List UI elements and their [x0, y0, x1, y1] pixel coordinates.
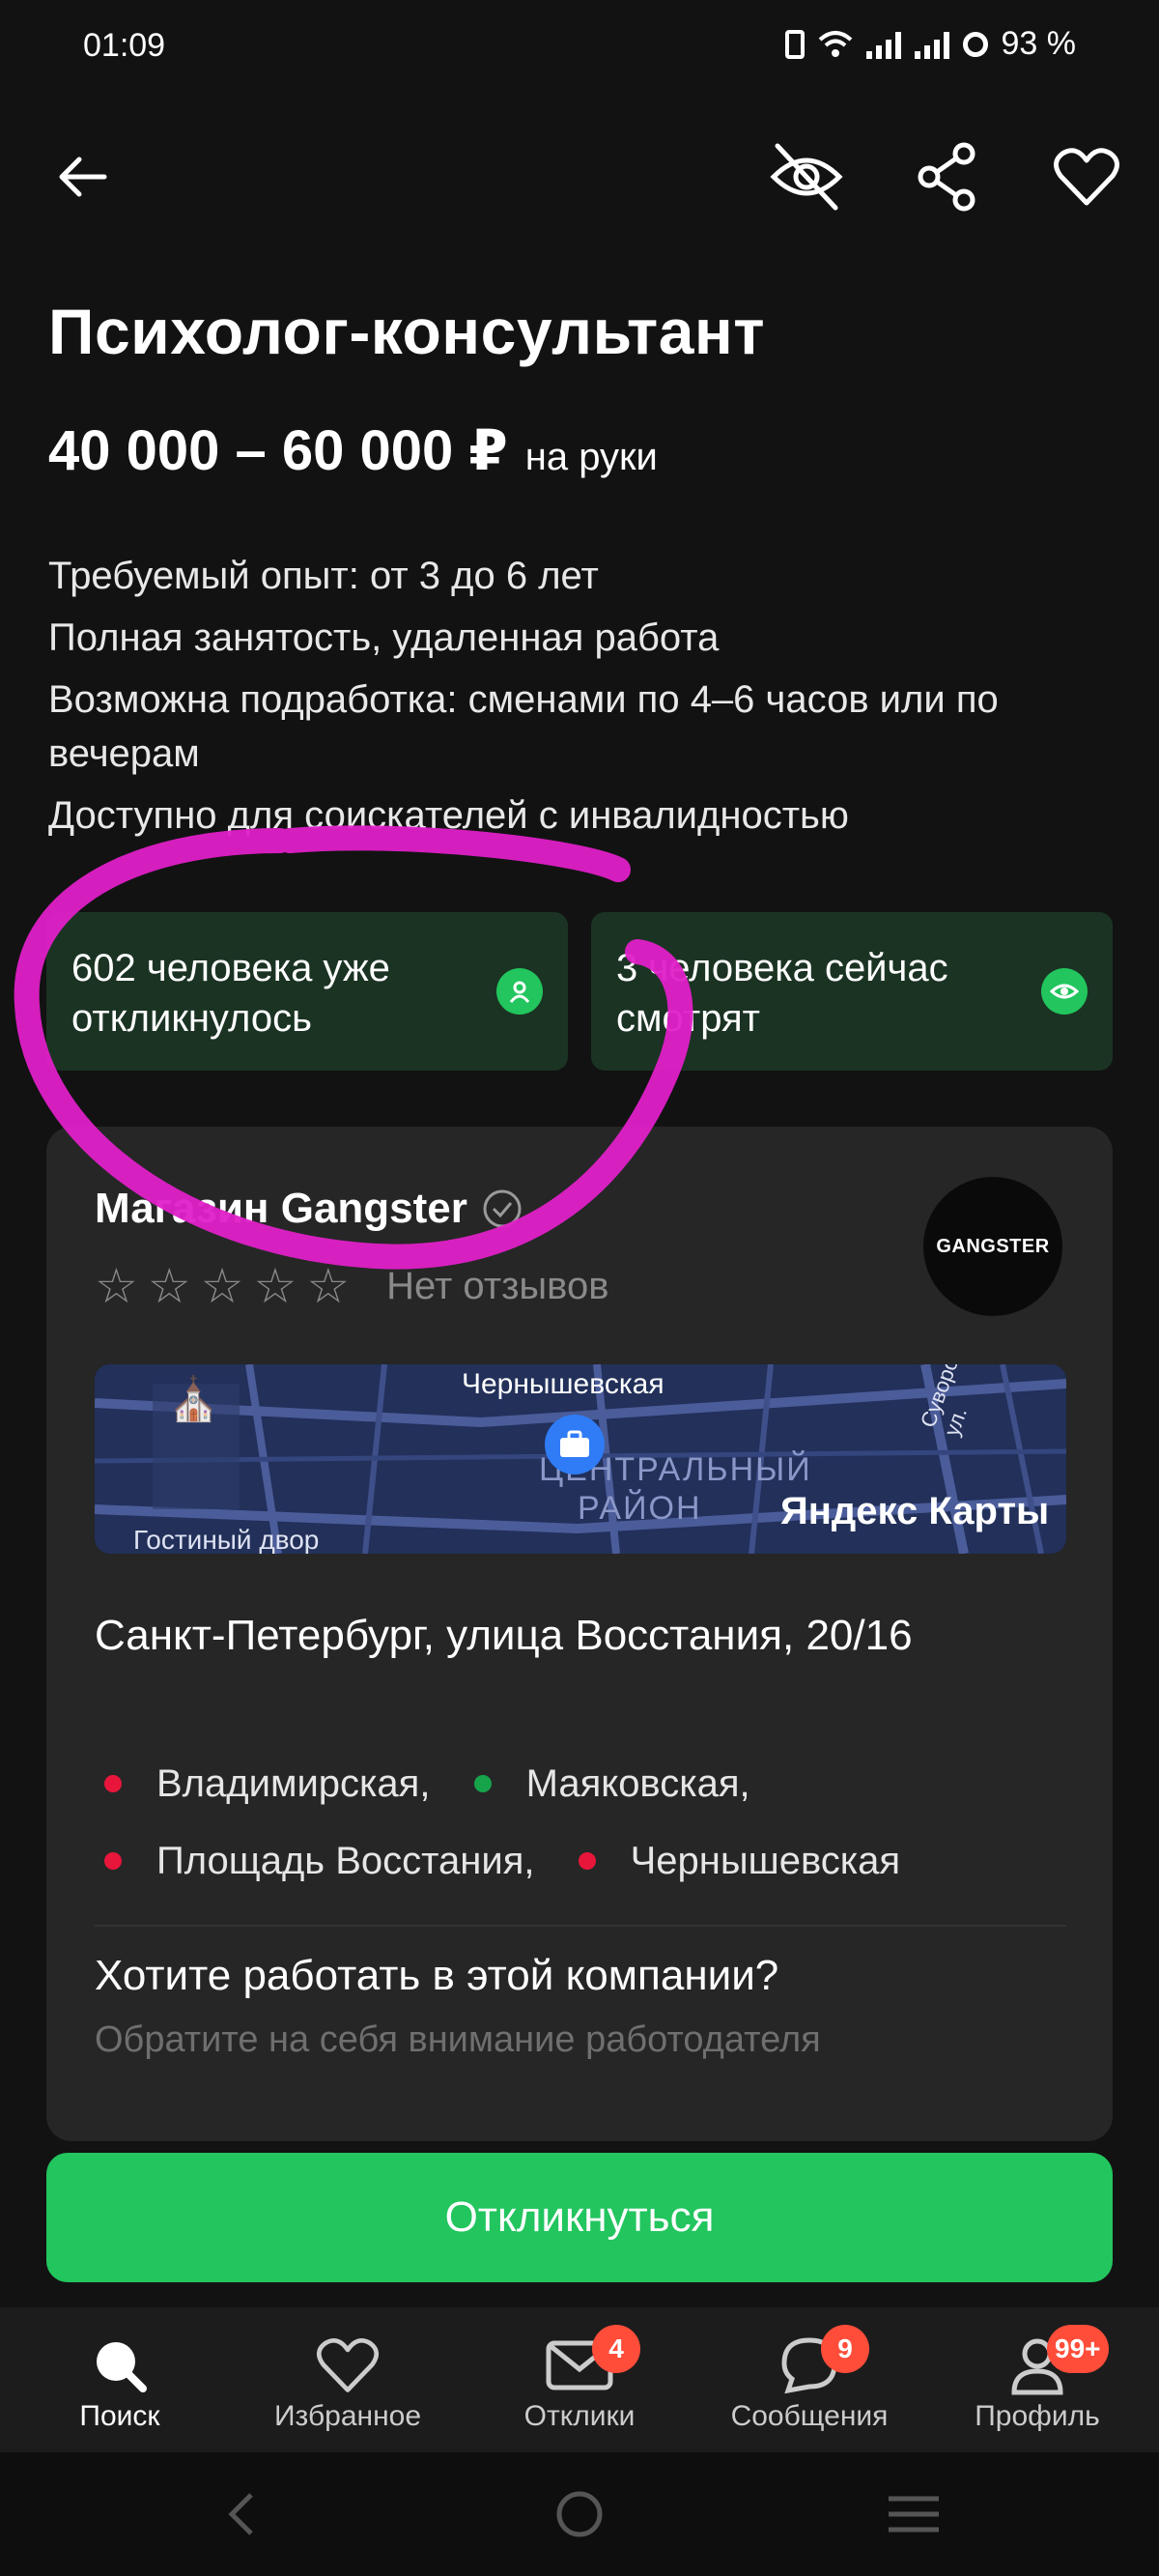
- star-icon: ☆: [306, 1259, 351, 1313]
- salary-suffix: на руки: [524, 436, 658, 478]
- vacancy-title: Психолог-консультант: [48, 296, 766, 367]
- mail-icon: 4: [546, 2325, 640, 2400]
- metro-stations: Владимирская, Маяковская, Площадь Восста…: [104, 1743, 1070, 1898]
- chat-icon: 9: [778, 2325, 869, 2400]
- company-name-link[interactable]: Магазин Gangster: [95, 1185, 523, 1233]
- responses-badge: 4: [592, 2325, 640, 2373]
- company-address: Санкт-Петербург, улица Восстания, 20/16: [95, 1612, 913, 1659]
- viewing-count-text: 3 человека сейчас смотрят: [616, 947, 948, 1040]
- tab-responses[interactable]: 4 Отклики: [483, 2325, 676, 2433]
- metro-dot-icon: [104, 1775, 122, 1792]
- messages-badge: 9: [821, 2325, 869, 2373]
- wifi-icon: [818, 30, 852, 57]
- company-name: Магазин Gangster: [95, 1185, 467, 1232]
- tab-messages[interactable]: 9 Сообщения: [713, 2325, 906, 2433]
- star-icon: ☆: [147, 1259, 191, 1313]
- responded-count-text: 602 человека уже откликнулось: [71, 947, 390, 1040]
- metro-station: Маяковская,: [473, 1747, 750, 1820]
- salary: 40 000 – 60 000 ₽ на руки: [48, 417, 658, 483]
- company-map[interactable]: ⛪ Чернышевская ЦЕНТРАЛЬНЫЙ РАЙОН Гостины…: [95, 1364, 1066, 1554]
- tab-search[interactable]: Поиск: [23, 2331, 216, 2433]
- system-home-icon[interactable]: [554, 2489, 605, 2539]
- bottom-tab-bar: Поиск Избранное 4 Отклики 9 Сообщения 99…: [0, 2307, 1159, 2452]
- viewing-count-card: 3 человека сейчас смотрят: [591, 912, 1113, 1071]
- salary-amount: 40 000 – 60 000 ₽: [48, 419, 508, 482]
- star-icon: ☆: [200, 1259, 244, 1313]
- detail-accessibility: Доступно для соискателей с инвалидностью: [48, 794, 849, 837]
- system-navigation-bar: [0, 2452, 1159, 2576]
- company-cta-question[interactable]: Хотите работать в этой компании?: [95, 1952, 778, 2000]
- hide-vacancy-button[interactable]: [763, 133, 850, 220]
- responded-count-card: 602 человека уже откликнулось: [46, 912, 568, 1071]
- back-arrow-icon: [59, 157, 107, 197]
- metro-station: Площадь Восстания,: [104, 1824, 534, 1898]
- company-rating[interactable]: ☆ ☆ ☆ ☆ ☆ Нет отзывов: [95, 1262, 608, 1310]
- system-back-icon[interactable]: [222, 2491, 261, 2537]
- profile-badge: 99+: [1047, 2325, 1109, 2373]
- map-brand: Яндекс Карты: [780, 1490, 1050, 1532]
- tab-label: Поиск: [79, 2400, 160, 2432]
- detail-experience: Требуемый опыт: от 3 до 6 лет: [48, 555, 599, 597]
- briefcase-pin-icon: [545, 1415, 605, 1474]
- verified-check-icon: [483, 1189, 522, 1228]
- metro-dot-icon: [473, 1775, 492, 1792]
- search-icon: [89, 2331, 151, 2400]
- church-landmark-icon: ⛪: [167, 1376, 220, 1423]
- detail-employment: Полная занятость, удаленная работа: [48, 616, 720, 659]
- favorite-button[interactable]: [1043, 133, 1130, 220]
- map-label-district-2: РАЙОН: [578, 1490, 702, 1527]
- eye-icon: [1041, 968, 1088, 1015]
- tab-label: Избранное: [273, 2400, 422, 2432]
- status-bar: 01:09 93 %: [0, 0, 1159, 97]
- status-time: 01:09: [83, 27, 166, 64]
- share-button[interactable]: [903, 133, 990, 220]
- profile-icon: 99+: [1008, 2325, 1109, 2400]
- metro-station: Чернышевская: [578, 1824, 900, 1898]
- vibrate-icon: [784, 29, 805, 59]
- share-icon: [918, 142, 975, 212]
- company-logo[interactable]: GANGSTER: [923, 1177, 1062, 1316]
- divider: [95, 1925, 1066, 1927]
- back-button[interactable]: [39, 133, 126, 220]
- tab-label: Сообщения: [730, 2400, 889, 2432]
- tab-label: Профиль: [975, 2400, 1100, 2432]
- company-card: Магазин Gangster ☆ ☆ ☆ ☆ ☆ Нет отзывов G…: [46, 1127, 1113, 2141]
- star-icon: ☆: [253, 1259, 297, 1313]
- tab-profile[interactable]: 99+ Профиль: [941, 2325, 1134, 2433]
- company-cta-subtitle: Обратите на себя внимание работодателя: [95, 2019, 821, 2060]
- heart-icon: [1054, 148, 1119, 206]
- system-recents-icon[interactable]: [887, 2493, 941, 2535]
- metro-station: Владимирская,: [104, 1747, 430, 1820]
- tab-favorites[interactable]: Избранное: [251, 2331, 444, 2433]
- reviews-text: Нет отзывов: [386, 1264, 609, 1307]
- battery-percent: 93 %: [1001, 25, 1077, 62]
- vacancy-details: Требуемый опыт: от 3 до 6 лет Полная зан…: [48, 549, 1120, 850]
- hide-eye-icon: [770, 143, 843, 211]
- person-icon: [496, 968, 543, 1015]
- star-icon: ☆: [95, 1259, 138, 1313]
- detail-parttime: Возможна подработка: сменами по 4–6 часо…: [48, 678, 999, 775]
- heart-icon: [316, 2331, 380, 2400]
- map-label-top: Чернышевская: [462, 1368, 664, 1400]
- metro-dot-icon: [578, 1852, 596, 1870]
- signal-2-icon: [914, 30, 949, 59]
- metro-dot-icon: [104, 1852, 122, 1870]
- signal-1-icon: [865, 30, 901, 59]
- tab-label: Отклики: [523, 2400, 636, 2432]
- map-label-bottom: Гостиный двор: [133, 1525, 320, 1554]
- battery-icon: [962, 31, 988, 57]
- apply-button[interactable]: Откликнуться: [46, 2153, 1113, 2282]
- status-icons: 93 %: [784, 25, 1077, 63]
